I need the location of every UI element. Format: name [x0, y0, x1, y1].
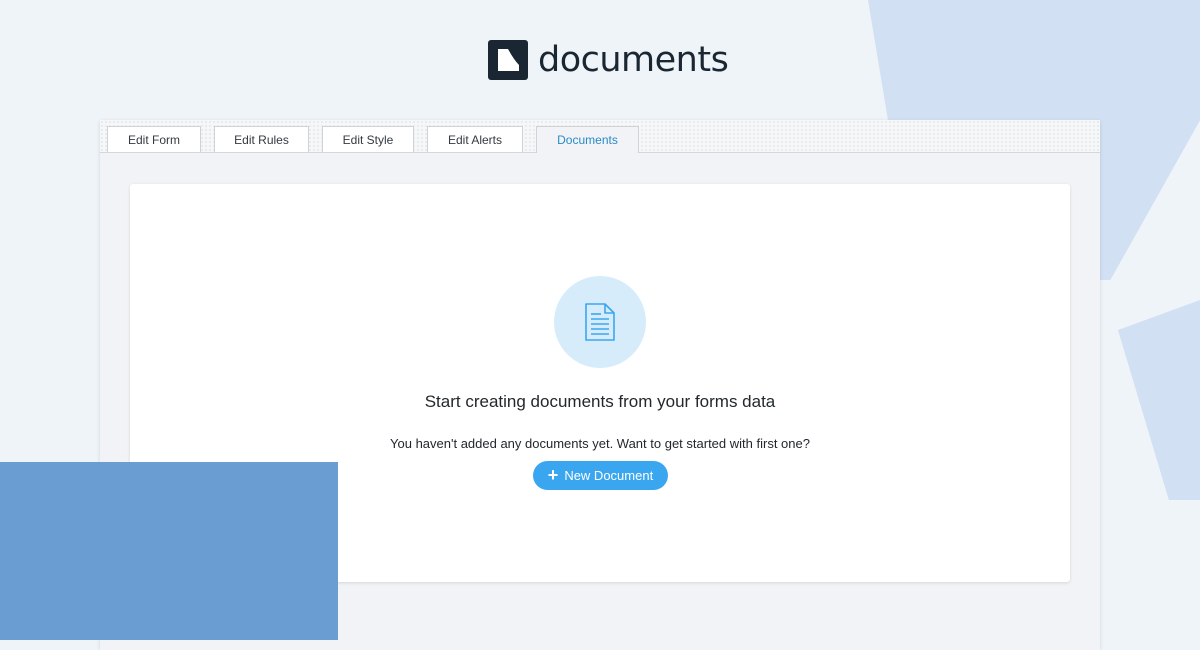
empty-state-title: Start creating documents from your forms…	[424, 392, 776, 411]
logo-text: documents	[538, 40, 729, 80]
empty-state-description: You haven't added any documents yet. Wan…	[390, 436, 810, 451]
tab-edit-alerts[interactable]: Edit Alerts	[427, 126, 523, 152]
tab-documents[interactable]: Documents	[536, 126, 639, 153]
new-document-label: New Document	[564, 468, 654, 483]
plus-icon: +	[547, 464, 559, 485]
logo-document-icon	[488, 40, 528, 80]
document-icon-circle	[554, 276, 646, 368]
tab-edit-style[interactable]: Edit Style	[322, 126, 414, 152]
new-document-button[interactable]: + New Document	[533, 461, 668, 490]
tab-edit-form[interactable]: Edit Form	[107, 126, 201, 152]
tab-edit-rules[interactable]: Edit Rules	[214, 126, 309, 152]
background-shape-right	[1118, 300, 1200, 500]
logo: documents	[488, 40, 729, 80]
background-shape-left	[0, 462, 338, 640]
document-icon	[585, 303, 615, 341]
tab-bar: Edit Form Edit Rules Edit Style Edit Ale…	[100, 120, 1100, 153]
